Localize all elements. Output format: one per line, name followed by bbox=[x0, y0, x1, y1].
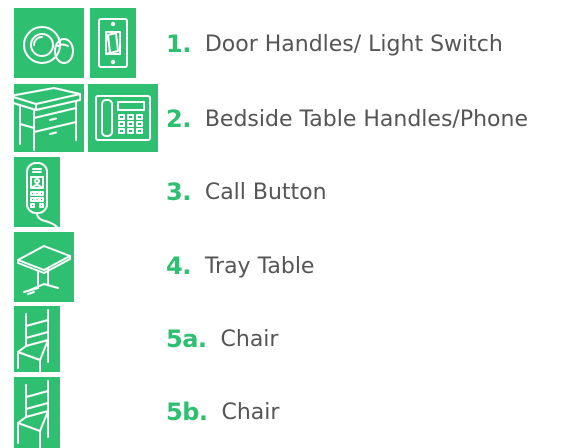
item-label: Door Handles/ Light Switch bbox=[204, 31, 503, 57]
item-number: 5a. bbox=[166, 325, 207, 353]
item-number: 3. bbox=[166, 178, 191, 206]
tray-table-icon bbox=[17, 245, 71, 295]
item-number: 5b. bbox=[166, 398, 208, 426]
item-label: Tray Table bbox=[204, 253, 315, 279]
list-item: 4. Tray Table bbox=[166, 246, 314, 286]
desk-phone-tile bbox=[88, 84, 158, 152]
door-knob-tile bbox=[14, 8, 84, 78]
chair-icon bbox=[17, 380, 49, 448]
call-button-remote-icon bbox=[26, 162, 58, 228]
light-switch-tile bbox=[90, 8, 136, 78]
chair-tile-5b bbox=[14, 377, 60, 448]
bedside-table-tile bbox=[9, 84, 84, 152]
chair-icon bbox=[17, 309, 49, 373]
item-number: 2. bbox=[166, 105, 191, 133]
list-item: 5a. Chair bbox=[166, 319, 278, 359]
list-item: 2. Bedside Table Handles/Phone bbox=[166, 99, 528, 139]
light-switch-icon bbox=[98, 18, 128, 68]
item-label: Call Button bbox=[204, 179, 327, 205]
item-number: 1. bbox=[166, 30, 191, 58]
tray-table-tile bbox=[14, 232, 74, 302]
list-item: 5b. Chair bbox=[166, 392, 279, 432]
list-item: 3. Call Button bbox=[166, 172, 327, 212]
item-label: Bedside Table Handles/Phone bbox=[204, 106, 528, 132]
item-label: Chair bbox=[220, 326, 279, 352]
door-knob-icon bbox=[23, 26, 74, 64]
list-item: 1. Door Handles/ Light Switch bbox=[166, 24, 503, 64]
item-number: 4. bbox=[166, 252, 191, 280]
chair-tile-5a bbox=[14, 306, 60, 373]
desk-phone-icon bbox=[95, 95, 151, 141]
item-label: Chair bbox=[221, 399, 280, 425]
bedside-table-icon bbox=[9, 87, 81, 151]
call-button-tile bbox=[14, 157, 60, 228]
